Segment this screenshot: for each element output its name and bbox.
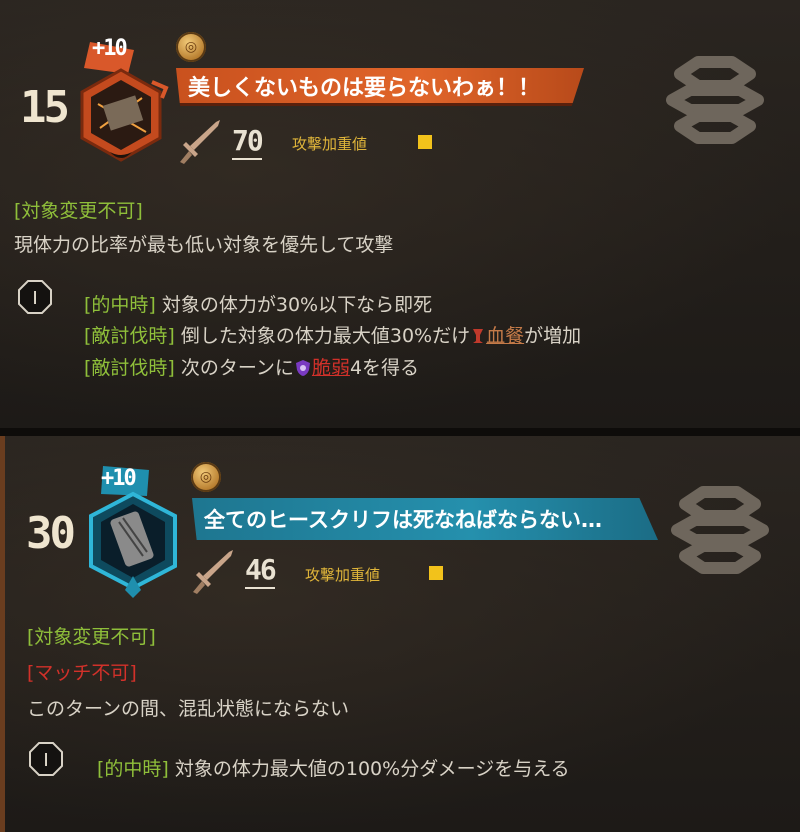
effect-line: [的中時] 対象の体力最大値の100%分ダメージを与える — [97, 754, 570, 781]
effect-text: が増加 — [524, 325, 582, 347]
stack-emblem-icon — [666, 56, 764, 144]
skill-badge-teal[interactable] — [77, 466, 193, 606]
effect-text: 次のターンに — [180, 357, 294, 379]
attack-weight-label: 攻撃加重値 — [305, 566, 381, 584]
skill-description: 現体力の比率が最も低い対象を優先して攻撃 — [14, 234, 394, 256]
coin-numeral: Ⅰ — [32, 288, 37, 309]
coin-effect-icon: Ⅰ — [18, 280, 52, 314]
sword-icon — [180, 120, 220, 164]
skill-level: 30 — [26, 508, 76, 559]
coin-icon: ◎ — [191, 462, 221, 492]
fragile-shield-icon — [295, 360, 310, 376]
attack-weight-pip — [418, 135, 432, 149]
skill-power: 46 — [245, 553, 277, 589]
condition-tag: [マッチ不可] — [27, 662, 137, 684]
skill-card-2: 30 +10 ◎ 全てのヒースクリフは死なねばならない… 46 攻撃加重値 [対… — [0, 436, 800, 832]
coin-effect-icon: Ⅰ — [29, 742, 63, 776]
coin-icon: ◎ — [176, 32, 206, 62]
effect-line: [敵討伐時] 次のターンに 脆弱4を得る — [84, 353, 419, 380]
status-keyword[interactable]: 血餐 — [486, 325, 524, 347]
skill-description: このターンの間、混乱状態にならない — [27, 698, 350, 720]
sword-icon — [193, 550, 233, 594]
effect-line: [敵討伐時] 倒した対象の体力最大値30%だけ 血餐が増加 — [84, 321, 581, 348]
skill-name-banner: 美しくないものは要らないわぁ！！ — [176, 68, 584, 106]
panel-divider — [0, 428, 800, 436]
effect-trigger: [的中時] — [97, 758, 169, 780]
attack-weight-label: 攻撃加重値 — [292, 135, 368, 153]
effect-text: 倒した対象の体力最大値30%だけ — [180, 325, 471, 347]
skill-power: 70 — [232, 124, 264, 160]
condition-tag: [対象変更不可] — [27, 626, 156, 648]
upgrade-level: +10 — [101, 466, 137, 491]
skill-card-1: 15 +10 ◎ 美しくないものは要らないわぁ！！ 70 攻撃加重値 [対象変更… — [0, 0, 800, 428]
effect-text: 対象の体力が30%以下なら即死 — [161, 294, 433, 316]
skill-name-banner: 全てのヒースクリフは死なねばならない… — [192, 498, 658, 540]
blood-feast-icon — [473, 329, 484, 343]
condition-tag: [対象変更不可] — [14, 200, 143, 222]
effect-text: 4を得る — [349, 357, 420, 379]
effect-trigger: [敵討伐時] — [84, 325, 175, 347]
stack-emblem-icon — [671, 486, 769, 574]
skill-level: 15 — [20, 82, 70, 133]
effect-trigger: [敵討伐時] — [84, 357, 175, 379]
upgrade-level: +10 — [92, 36, 128, 61]
attack-weight-pip — [429, 566, 443, 580]
effect-trigger: [的中時] — [84, 294, 156, 316]
effect-text: 対象の体力最大値の100%分ダメージを与える — [174, 758, 570, 780]
coin-numeral: Ⅰ — [43, 750, 48, 771]
status-keyword[interactable]: 脆弱 — [312, 357, 350, 379]
effect-line: [的中時] 対象の体力が30%以下なら即死 — [84, 290, 432, 317]
